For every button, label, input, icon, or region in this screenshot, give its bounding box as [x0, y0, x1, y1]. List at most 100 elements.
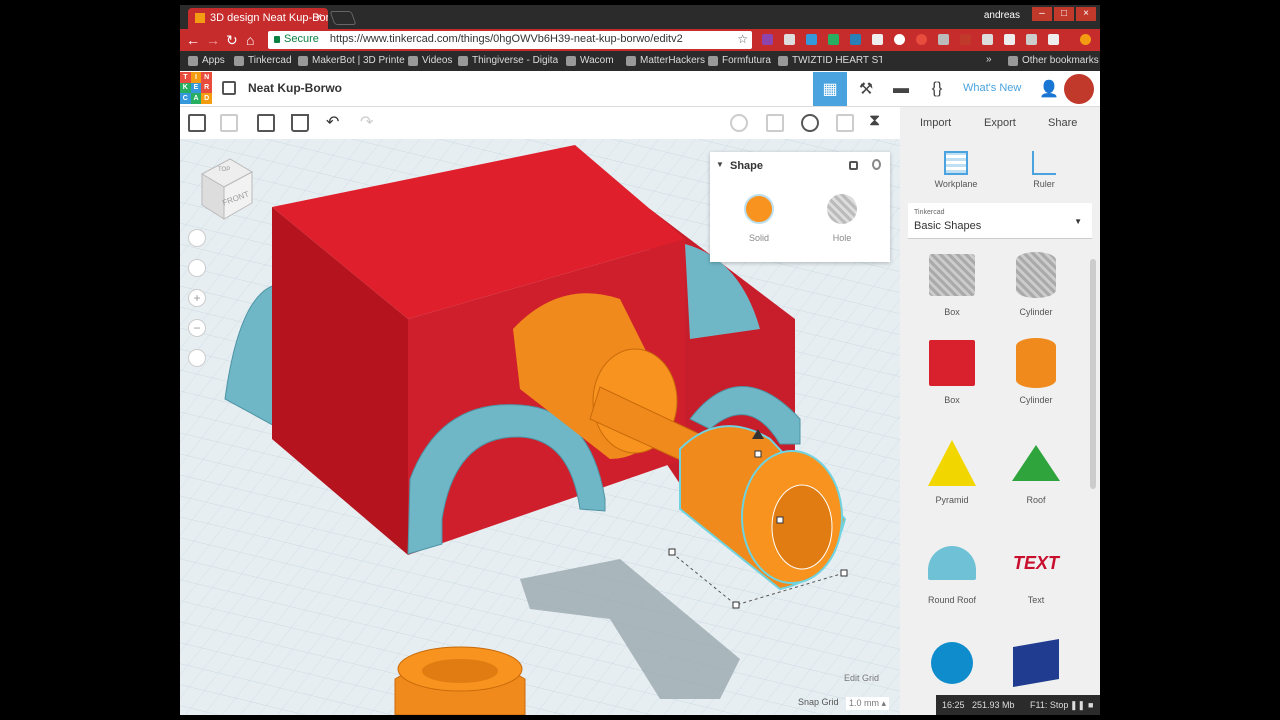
solid-color-swatch[interactable]: [744, 194, 774, 224]
zoom-in-icon[interactable]: +: [188, 289, 206, 307]
resize-handle[interactable]: [754, 450, 762, 458]
orange-ring-hole: [422, 659, 498, 683]
bookmark-wacom[interactable]: Wacom: [566, 55, 614, 66]
maximize-button[interactable]: □: [1054, 7, 1074, 21]
camera-extension-icon[interactable]: [784, 34, 795, 45]
design-list-icon[interactable]: [222, 81, 236, 95]
resize-handle[interactable]: [776, 516, 784, 524]
logo-letter: D: [201, 93, 212, 104]
browser-tab[interactable]: 3D design Neat Kup-Bor ×: [188, 8, 328, 29]
code-blocks-icon[interactable]: {}: [920, 72, 954, 106]
shape-pyramid[interactable]: Pyramid: [910, 435, 994, 505]
tab-close-icon[interactable]: ×: [316, 11, 322, 23]
drop-extension-icon[interactable]: [960, 34, 971, 45]
grid-extension-icon[interactable]: [982, 34, 993, 45]
page2-extension-icon[interactable]: [1048, 34, 1059, 45]
shape-text[interactable]: TEXT Text: [994, 535, 1078, 606]
whats-new-link[interactable]: What's New: [963, 82, 1021, 94]
minimize-button[interactable]: –: [1032, 7, 1052, 21]
undo-icon[interactable]: ↶: [326, 112, 339, 132]
address-bar[interactable]: Secure https://www.tinkercad.com/things/…: [268, 31, 752, 49]
light-bulb-icon[interactable]: [872, 159, 881, 170]
light-bulb-icon[interactable]: [730, 114, 748, 132]
other-bookmarks[interactable]: Other bookmarks: [1008, 55, 1099, 66]
bookmark-tinkercad[interactable]: Tinkercad: [234, 55, 292, 66]
hole-swatch[interactable]: [827, 194, 857, 224]
square-extension-icon[interactable]: [938, 34, 949, 45]
resize-handle[interactable]: [668, 548, 676, 556]
bookmark-apps[interactable]: Apps: [188, 55, 225, 66]
redo-icon[interactable]: ↷: [360, 112, 373, 132]
add-user-icon[interactable]: 👤: [1032, 72, 1066, 106]
back-arrow-icon[interactable]: ←: [186, 32, 200, 48]
blocks-icon[interactable]: ▬: [884, 72, 918, 106]
workplane-tool[interactable]: Workplane: [916, 151, 996, 189]
download-extension-icon[interactable]: [806, 34, 817, 45]
shape-box-hole[interactable]: Box: [910, 247, 994, 317]
shape-round-roof[interactable]: Round Roof: [910, 535, 994, 605]
3d-view-grid-icon[interactable]: ▦: [813, 72, 847, 106]
ruler-tool[interactable]: Ruler: [1004, 151, 1084, 189]
extension-icon[interactable]: [762, 34, 773, 45]
zoom-out-icon[interactable]: −: [188, 319, 206, 337]
trash-icon[interactable]: [291, 114, 309, 132]
export-button[interactable]: Export: [984, 117, 1016, 129]
import-button[interactable]: Import: [920, 117, 951, 129]
secure-indicator[interactable]: Secure: [274, 33, 319, 45]
mirror-icon[interactable]: ⧗: [869, 112, 880, 130]
snap-grid-select[interactable]: 1.0 mm ▴: [846, 697, 890, 710]
fit-view-icon[interactable]: [188, 259, 206, 277]
shape-sphere[interactable]: [910, 635, 994, 695]
bookmarks-overflow-icon[interactable]: »: [986, 54, 992, 65]
home-view-icon[interactable]: [188, 229, 206, 247]
paste-icon[interactable]: [220, 114, 238, 132]
avatar[interactable]: [1064, 74, 1094, 104]
bookmark-thingiverse[interactable]: Thingiverse - Digital: [458, 55, 558, 66]
menu-extension-icon[interactable]: [1080, 34, 1091, 45]
shape-polygon[interactable]: [994, 635, 1078, 695]
pinterest-extension-icon[interactable]: [916, 34, 927, 45]
note-extension-icon[interactable]: [1004, 34, 1015, 45]
build-bricks-icon[interactable]: ⚒: [849, 72, 883, 106]
bookmark-twiztid[interactable]: TWIZTID HEART STU: [778, 55, 882, 66]
share-button[interactable]: Share: [1048, 117, 1077, 129]
stop-icon[interactable]: ■: [1088, 700, 1093, 710]
close-window-button[interactable]: ×: [1076, 7, 1096, 21]
design-name[interactable]: Neat Kup-Borwo: [248, 81, 342, 95]
shape-cylinder[interactable]: Cylinder: [994, 335, 1078, 405]
reload-icon[interactable]: ↻: [226, 32, 238, 49]
profile-name[interactable]: andreas: [984, 10, 1020, 21]
home-icon[interactable]: ⌂: [246, 32, 254, 48]
align-icon[interactable]: [836, 114, 854, 132]
circle-extension-icon[interactable]: [894, 34, 905, 45]
ungroup-icon[interactable]: [801, 114, 819, 132]
shape-box[interactable]: Box: [910, 335, 994, 405]
perspective-icon[interactable]: [188, 349, 206, 367]
bookmark-makerbot[interactable]: MakerBot | 3D Printe: [298, 55, 406, 66]
box-extension-icon[interactable]: [1026, 34, 1037, 45]
bookmark-star-icon[interactable]: ☆: [737, 32, 748, 46]
forward-arrow-icon[interactable]: →: [206, 32, 220, 48]
panel-scrollbar[interactable]: [1090, 259, 1096, 489]
shape-cylinder-hole[interactable]: Cylinder: [994, 247, 1078, 317]
collapse-chevron-icon[interactable]: ▼: [716, 160, 724, 169]
arrow-extension-icon[interactable]: [828, 34, 839, 45]
edit-grid-button[interactable]: Edit Grid: [844, 673, 879, 683]
duplicate-icon[interactable]: [257, 114, 275, 132]
pause-icon[interactable]: ❚❚: [1070, 700, 1085, 711]
bookmark-formfutura[interactable]: Formfutura: [708, 55, 771, 66]
page-extension-icon[interactable]: [872, 34, 883, 45]
bookmark-matterhackers[interactable]: MatterHackers: [626, 55, 705, 66]
new-tab-button[interactable]: [329, 11, 357, 25]
lock-icon[interactable]: [849, 161, 858, 170]
copy-icon[interactable]: [188, 114, 206, 132]
group-icon[interactable]: [766, 114, 784, 132]
shape-roof[interactable]: Roof: [994, 435, 1078, 505]
s-extension-icon[interactable]: [850, 34, 861, 45]
bookmark-videos[interactable]: Videos: [408, 55, 452, 66]
shape-library-select[interactable]: Tinkercad Basic Shapes ▼: [908, 203, 1092, 239]
tinkercad-logo[interactable]: T I N K E R C A D: [180, 72, 212, 104]
resize-handle[interactable]: [840, 569, 848, 577]
library-source: Tinkercad: [914, 209, 945, 216]
resize-handle[interactable]: [732, 601, 740, 609]
